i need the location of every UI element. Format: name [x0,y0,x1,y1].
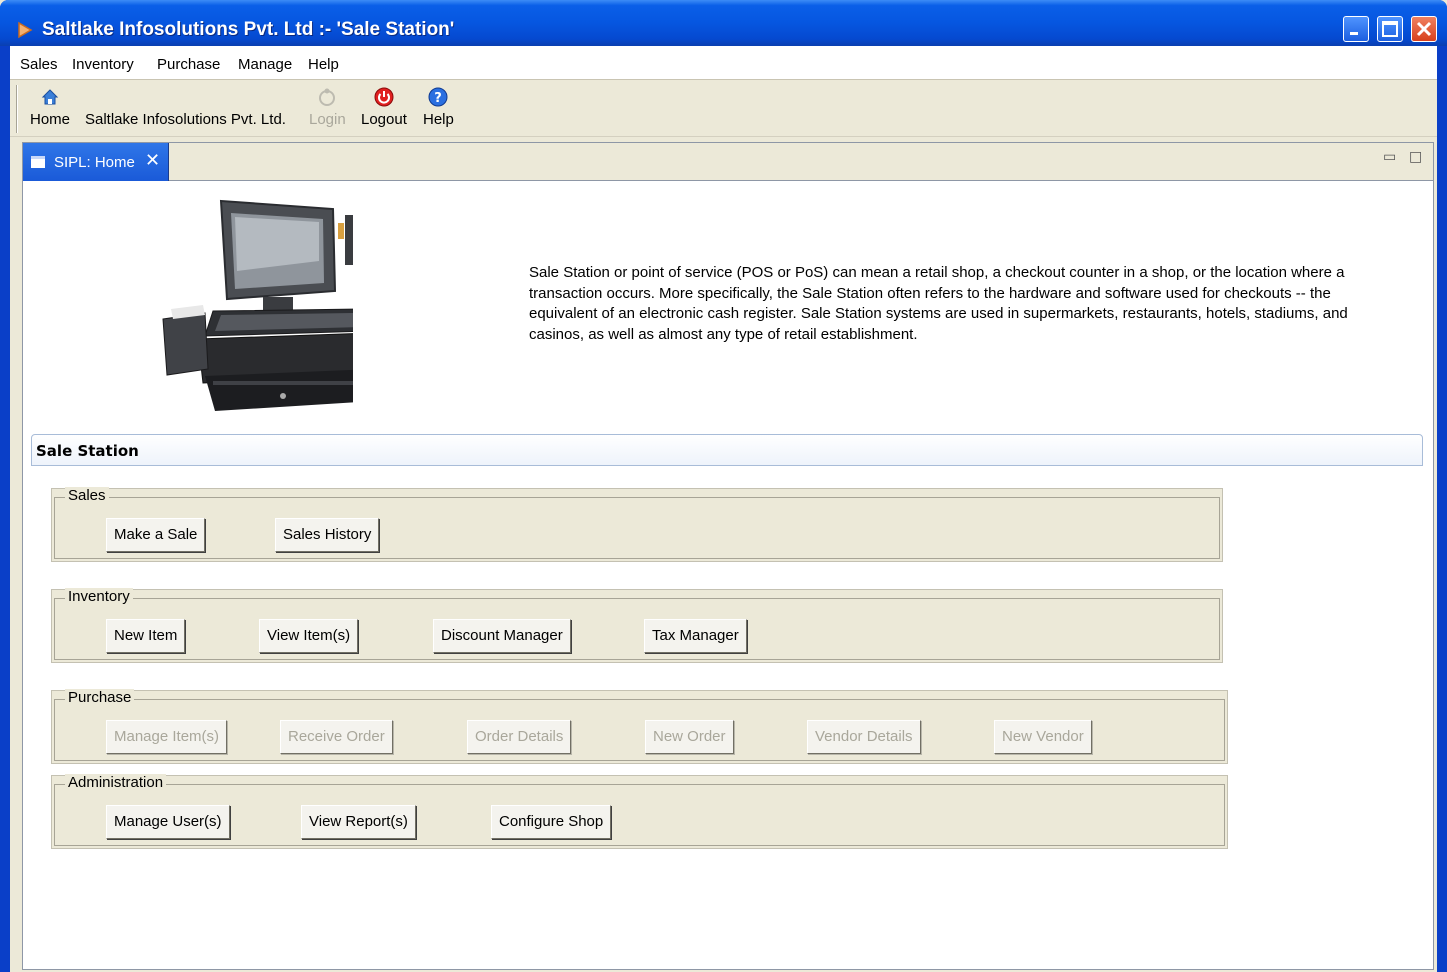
menu-inventory[interactable]: Inventory [72,56,134,73]
sales-history-button[interactable]: Sales History [275,518,380,552]
window-icon [31,156,45,168]
group-label: Purchase [65,689,135,706]
help-label: Help [423,111,454,128]
svg-text:?: ? [435,91,443,106]
minimize-view-icon[interactable]: ▭ [1383,149,1396,165]
minimize-button[interactable] [1343,16,1369,42]
menu-help[interactable]: Help [308,56,339,73]
manage-items-button[interactable]: Manage Item(s) [106,720,228,754]
vendor-details-button[interactable]: Vendor Details [807,720,921,754]
receive-order-button[interactable]: Receive Order [280,720,393,754]
group-label: Inventory [65,588,133,605]
new-order-button[interactable]: New Order [645,720,734,754]
logout-label: Logout [361,111,407,128]
administration-group: Administration Manage User(s) View Repor… [51,774,1228,849]
tab-strip: SIPL: Home ✕ ▭ □ [23,143,1433,181]
maximize-view-icon[interactable]: □ [1409,149,1422,165]
power-icon [374,87,394,107]
menu-purchase[interactable]: Purchase [157,56,220,73]
maximize-button[interactable] [1377,16,1403,42]
home-button[interactable]: Home [30,87,70,128]
menu-sales[interactable]: Sales [20,56,58,73]
title-bar[interactable]: Saltlake Infosolutions Pvt. Ltd :- 'Sale… [0,0,1447,46]
home-label: Home [30,111,71,128]
pos-terminal-image [162,199,353,411]
close-icon [1416,21,1432,37]
menu-manage[interactable]: Manage [238,56,292,73]
sale-station-header: Sale Station [31,434,1423,466]
sales-group: Sales Make a Sale Sales History [51,487,1223,562]
configure-shop-button[interactable]: Configure Shop [491,805,612,839]
manage-users-button[interactable]: Manage User(s) [106,805,230,839]
app-logo-icon [18,21,33,39]
new-vendor-button[interactable]: New Vendor [994,720,1092,754]
maximize-icon [1382,21,1398,37]
menu-bar: Sales Inventory Purchase Manage Help [10,46,1437,80]
login-button[interactable]: Login [309,87,346,128]
toolbar: Home Saltlake Infosolutions Pvt. Ltd. Lo… [10,81,1437,137]
company-button[interactable]: Saltlake Infosolutions Pvt. Ltd. [85,111,286,128]
close-window-button[interactable] [1411,16,1437,42]
minimize-icon [1350,32,1358,35]
company-label: Saltlake Infosolutions Pvt. Ltd. [85,111,286,128]
section-title: Sale Station [36,442,139,460]
group-label: Administration [65,774,167,791]
editor-area: SIPL: Home ✕ ▭ □ Sale Station or point o… [22,142,1434,970]
app-window: Saltlake Infosolutions Pvt. Ltd :- 'Sale… [0,0,1447,972]
help-icon: ? [428,87,448,107]
inventory-group: Inventory New Item View Item(s) Discount… [51,588,1223,663]
view-reports-button[interactable]: View Report(s) [301,805,416,839]
toolbar-separator [16,85,18,133]
login-label: Login [309,111,346,128]
purchase-group: Purchase Manage Item(s) Receive Order Or… [51,689,1228,764]
group-label: Sales [65,487,109,504]
make-a-sale-button[interactable]: Make a Sale [106,518,206,552]
help-button[interactable]: ? Help [423,87,454,128]
discount-manager-button[interactable]: Discount Manager [433,619,571,653]
tax-manager-button[interactable]: Tax Manager [644,619,747,653]
login-icon [319,88,336,106]
logout-button[interactable]: Logout [361,87,407,128]
home-icon [41,89,59,105]
description-text: Sale Station or point of service (POS or… [529,264,1348,343]
new-item-button[interactable]: New Item [106,619,186,653]
tab-close-icon[interactable]: ✕ [145,150,160,171]
tab-sipl-home[interactable]: SIPL: Home ✕ [23,143,169,181]
client-area: Sales Inventory Purchase Manage Help Hom… [10,46,1437,972]
window-title: Saltlake Infosolutions Pvt. Ltd :- 'Sale… [42,19,455,40]
tab-label: SIPL: Home [54,154,135,171]
view-items-button[interactable]: View Item(s) [259,619,359,653]
order-details-button[interactable]: Order Details [467,720,572,754]
